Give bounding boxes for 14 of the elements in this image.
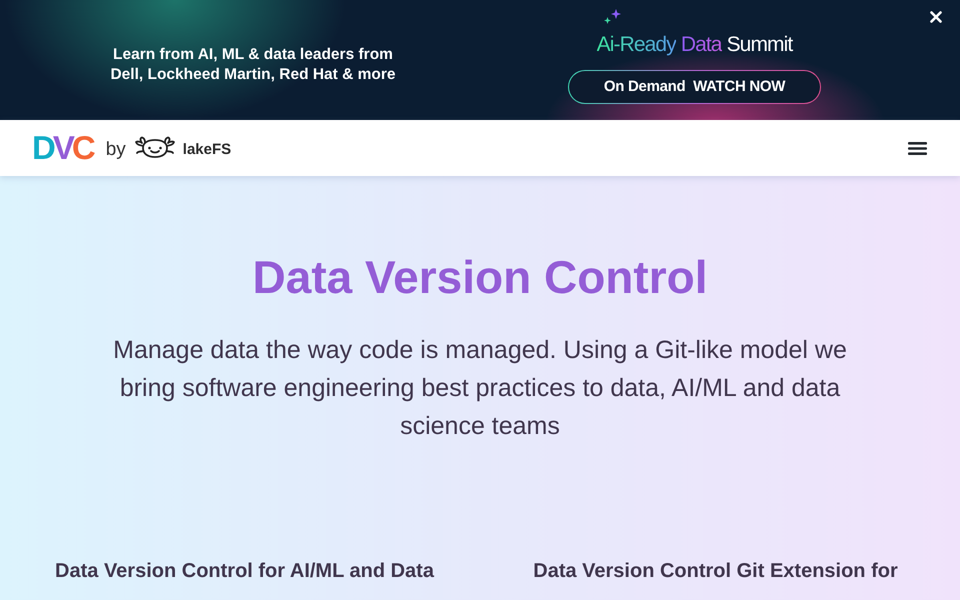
sparkle-icon	[604, 8, 622, 26]
axolotl-icon	[134, 136, 176, 160]
by-text: by	[106, 139, 126, 161]
dvc-logo[interactable]: DVC	[32, 131, 96, 165]
event-logo: Ai-Ready Data Summit	[596, 32, 792, 58]
promo-text: Learn from AI, ML & data leaders from Dell, Lockheed Martin, Red Hat & more	[109, 45, 397, 85]
menu-icon[interactable]	[908, 142, 927, 154]
hero-title: Data Version Control	[252, 250, 708, 305]
watch-now-button[interactable]: On Demand WATCH NOW	[568, 70, 821, 104]
close-icon[interactable]	[930, 11, 942, 23]
lakefs-text: lakeFS	[182, 141, 232, 158]
section-heading: Data Version Control for AI/ML and Data	[54, 559, 436, 584]
hero-subtitle: Manage data the way code is managed. Using a Git-like model we bring software engineering best practices to data, AI/ML and data science teams	[112, 335, 848, 442]
section-heading: Data Version Control Git Extension for	[532, 559, 899, 584]
